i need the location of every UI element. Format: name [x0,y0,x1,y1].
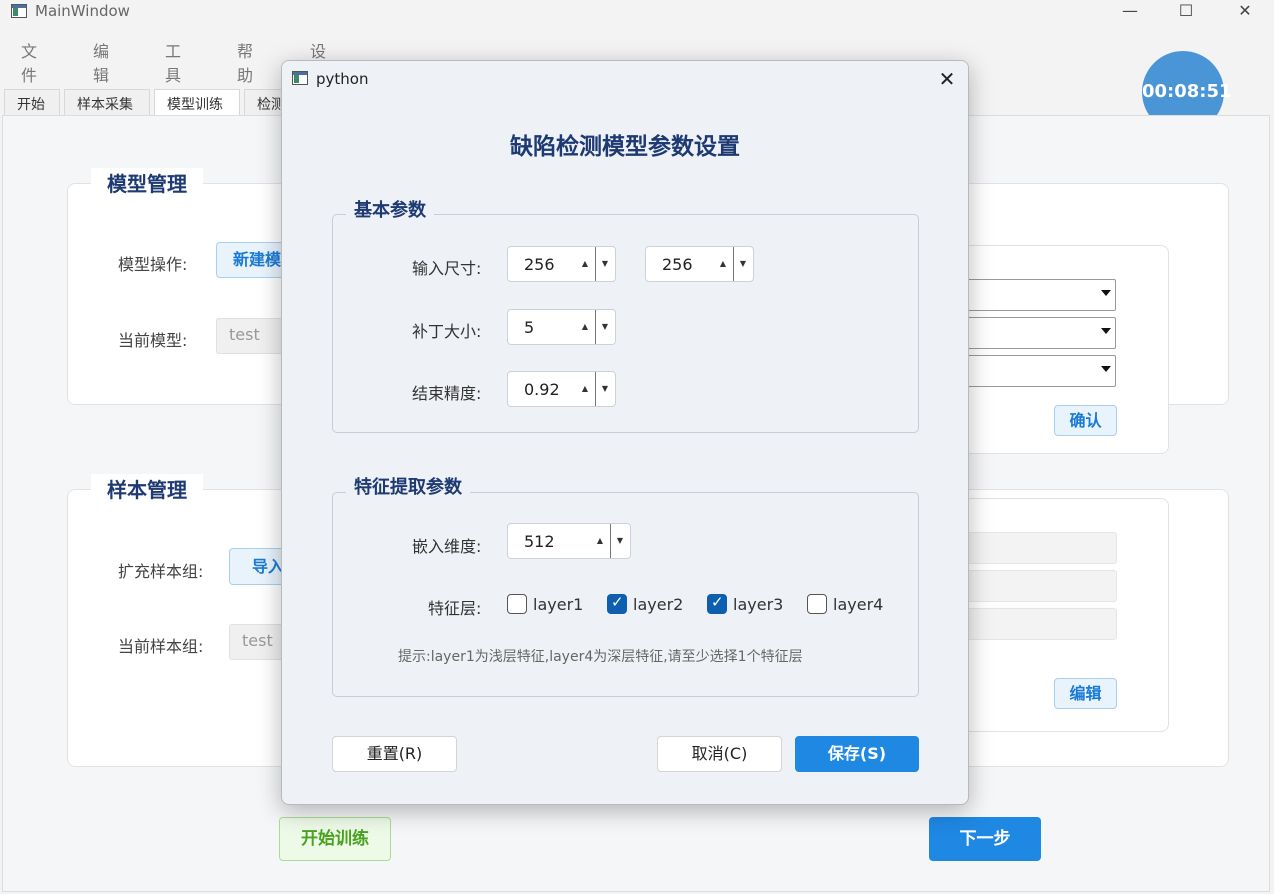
input-size-label: 输入尺寸: [412,259,482,278]
next-step-button[interactable]: 下一步 [929,817,1041,861]
layer3-label[interactable]: layer3 [733,595,783,614]
current-sample-field: test [229,624,286,660]
maximize-icon[interactable]: ☐ [1163,0,1209,26]
input-height-value: 256 [662,255,693,274]
app-icon [11,4,27,18]
current-sample-label: 当前样本组: [118,637,204,656]
layer2-checkbox[interactable]: ✓ [607,593,627,614]
close-icon[interactable]: ✕ [1222,0,1268,26]
tab-sample-collection[interactable]: 样本采集 [64,89,150,115]
feature-layers-label: 特征层: [428,599,482,618]
spin-up-icon[interactable]: ▲ [575,310,595,344]
model-combo-1[interactable] [966,279,1116,311]
layer1-checkbox[interactable] [507,594,527,614]
window-titlebar: MainWindow — ☐ ✕ [0,0,1274,30]
layer3-checkbox[interactable]: ✓ [707,593,727,614]
chevron-down-icon [1101,366,1111,372]
dialog-heading: 缺陷检测模型参数设置 [510,134,740,160]
confirm-button[interactable]: 确认 [1054,405,1117,436]
tab-start[interactable]: 开始 [4,89,60,115]
layer4-label[interactable]: layer4 [833,595,883,614]
window-title: MainWindow [35,2,130,20]
close-icon[interactable]: ✕ [932,65,962,93]
spin-up-icon[interactable]: ▲ [590,524,610,558]
spin-down-icon[interactable]: ▼ [596,310,614,344]
tab-model-training[interactable]: 模型训练 [154,89,240,115]
sample-field-1 [966,532,1117,564]
patch-size-spinbox[interactable]: 5 ▲ ▼ [507,309,616,345]
input-width-spinbox[interactable]: 256 ▲ ▼ [507,246,616,282]
chevron-down-icon [1101,328,1111,334]
sample-field-2 [966,570,1117,602]
end-precision-value: 0.92 [524,380,560,399]
check-icon: ✓ [711,593,724,611]
spin-down-icon[interactable]: ▼ [611,524,629,558]
menu-edit[interactable]: 编辑 [93,38,109,86]
menu-help[interactable]: 帮助 [237,38,253,86]
layer1-label[interactable]: layer1 [533,595,583,614]
end-precision-label: 结束精度: [412,384,482,403]
embed-dim-label: 嵌入维度: [412,537,482,556]
dialog-titlebar: python ✕ [282,61,968,97]
feature-params-title: 特征提取参数 [346,473,470,499]
import-button[interactable]: 导入 [229,548,286,585]
model-combo-2[interactable] [966,317,1116,349]
sample-field-3 [966,608,1117,640]
expand-sample-label: 扩充样本组: [118,562,204,581]
spin-down-icon[interactable]: ▼ [596,372,614,406]
patch-size-label: 补丁大小: [412,322,482,341]
end-precision-spinbox[interactable]: 0.92 ▲ ▼ [507,371,616,407]
basic-params-title: 基本参数 [346,196,434,222]
input-width-value: 256 [524,255,555,274]
menu-file[interactable]: 文件 [21,38,37,86]
save-button[interactable]: 保存(S) [795,736,919,772]
embed-dim-spinbox[interactable]: 512 ▲ ▼ [507,523,631,559]
dialog-title: python [316,70,369,88]
spin-down-icon[interactable]: ▼ [596,247,614,281]
spin-up-icon[interactable]: ▲ [575,372,595,406]
input-height-spinbox[interactable]: 256 ▲ ▼ [645,246,754,282]
model-combo-3[interactable] [966,355,1116,387]
spin-down-icon[interactable]: ▼ [734,247,752,281]
current-model-label: 当前模型: [118,331,188,350]
cancel-button[interactable]: 取消(C) [657,736,782,772]
edit-button[interactable]: 编辑 [1054,678,1117,709]
spin-up-icon[interactable]: ▲ [575,247,595,281]
current-model-field: test [216,318,286,354]
reset-button[interactable]: 重置(R) [332,736,457,772]
start-training-button[interactable]: 开始训练 [279,817,391,861]
layer4-checkbox[interactable] [807,594,827,614]
new-model-button[interactable]: 新建模型 [216,242,286,278]
spin-up-icon[interactable]: ▲ [713,247,733,281]
patch-size-value: 5 [524,318,535,337]
app-icon [292,71,308,85]
layer2-label[interactable]: layer2 [633,595,683,614]
feature-hint: 提示:layer1为浅层特征,layer4为深层特征,请至少选择1个特征层 [398,649,803,665]
embed-dim-value: 512 [524,532,555,551]
params-dialog: python ✕ 缺陷检测模型参数设置 基本参数 输入尺寸: 256 ▲ ▼ 2… [281,60,969,805]
minimize-icon[interactable]: — [1107,0,1153,26]
chevron-down-icon [1101,290,1111,296]
sample-group-title: 样本管理 [91,474,203,503]
menu-tools[interactable]: 工具 [165,38,181,86]
model-group-title: 模型管理 [91,168,203,197]
check-icon: ✓ [611,593,624,611]
model-op-label: 模型操作: [118,255,188,274]
